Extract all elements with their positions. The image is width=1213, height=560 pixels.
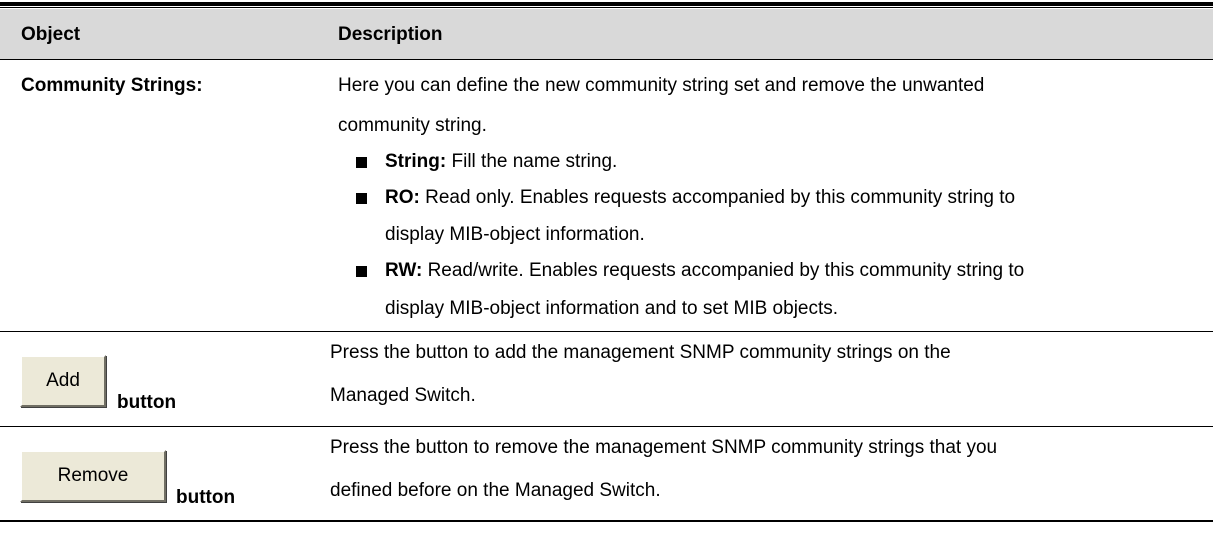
header-description: Description [338,24,443,45]
header-object: Object [21,24,81,45]
object-button-label: button [176,487,236,508]
table-header-row: Object Description [0,9,1213,60]
add-button[interactable]: Add [20,355,106,407]
object-community-strings: Community Strings: [21,75,203,96]
bullet-term: String: [385,151,447,172]
top-rule [0,2,1213,6]
remove-button[interactable]: Remove [20,450,166,502]
row-divider [0,331,1213,332]
square-bullet-icon [356,193,367,204]
bullet-term: RW: [385,260,423,281]
bullet-term: RO: [385,187,420,208]
description-line: Here you can define the new community st… [338,75,985,96]
description-line: defined before on the Managed Switch. [330,480,661,501]
bullet-desc: Read/write. Enables requests accompanied… [427,260,1025,281]
object-button-label: button [117,392,177,413]
description-line: Press the button to add the management S… [330,342,951,363]
description-line: community string. [338,115,487,136]
square-bullet-icon [356,157,367,168]
top-rule-thin [0,7,1213,8]
bullet-text: RW: Read/write. Enables requests accompa… [385,259,1024,283]
bullet-text: RO: Read only. Enables requests accompan… [385,186,1015,210]
description-line: Managed Switch. [330,385,476,406]
bullet-desc: Read only. Enables requests accompanied … [425,187,1016,208]
square-bullet-icon [356,266,367,277]
bullet-text-continued: display MIB-object information and to se… [385,298,839,319]
bullet-text-continued: display MIB-object information. [385,224,645,245]
bullet-text: String: Fill the name string. [385,150,617,174]
table-bottom-rule [0,520,1213,522]
row-divider [0,426,1213,427]
bullet-desc: Fill the name string. [451,151,618,172]
description-line: Press the button to remove the managemen… [330,437,998,458]
